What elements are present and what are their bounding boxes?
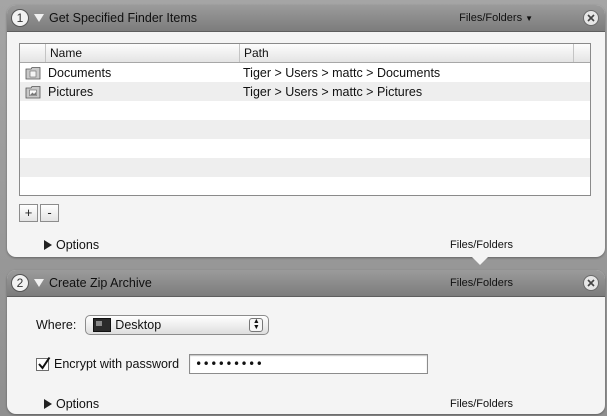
- output-type-label: Files/Folders: [459, 12, 523, 24]
- options-toggle[interactable]: Options: [56, 397, 99, 411]
- table-row[interactable]: Pictures Tiger > Users > mattc > Picture…: [20, 82, 590, 101]
- encrypt-row: Encrypt with password •••••••••: [36, 354, 429, 374]
- close-action-button[interactable]: [583, 10, 599, 26]
- row-path: Tiger > Users > mattc > Pictures: [243, 84, 423, 99]
- action-connector: [471, 256, 489, 265]
- options-toggle[interactable]: Options: [56, 238, 99, 252]
- desktop-icon: [93, 318, 112, 332]
- add-item-button[interactable]: +: [19, 204, 38, 222]
- add-remove-buttons: + -: [19, 204, 59, 222]
- icon-column-header: [20, 44, 46, 62]
- output-type-label: Files/Folders: [450, 398, 513, 410]
- popup-arrows-icon: ▲ ▼: [249, 318, 264, 332]
- where-value: Desktop: [115, 318, 162, 332]
- action-get-specified-finder-items: 1 Get Specified Finder Items Files/Folde…: [7, 5, 605, 265]
- workflow-area: 1 Get Specified Finder Items Files/Folde…: [0, 0, 607, 416]
- expand-triangle-icon[interactable]: [44, 240, 52, 250]
- column-header-name[interactable]: Name: [46, 44, 240, 62]
- action-create-zip-archive: 2 Create Zip Archive Files/Folders Where…: [7, 270, 605, 414]
- checkmark-icon: [38, 356, 51, 370]
- where-label: Where:: [36, 318, 77, 332]
- close-action-button[interactable]: [583, 275, 599, 291]
- row-name: Documents: [48, 65, 112, 80]
- documents-folder-icon: [25, 66, 41, 79]
- column-header-path[interactable]: Path: [240, 44, 574, 62]
- finder-items-table[interactable]: Name Path Documents Tiger > Users > matt…: [19, 43, 591, 196]
- empty-row: [20, 139, 590, 158]
- empty-row: [20, 177, 590, 196]
- collapse-triangle-icon[interactable]: [34, 14, 44, 22]
- column-header-end: [574, 44, 590, 62]
- table-row[interactable]: Documents Tiger > Users > mattc > Docume…: [20, 63, 590, 82]
- where-popup[interactable]: Desktop ▲ ▼: [85, 315, 270, 335]
- dropdown-arrow-icon: ▼: [525, 14, 533, 23]
- action-title: Get Specified Finder Items: [49, 11, 197, 25]
- action-title: Create Zip Archive: [49, 276, 152, 290]
- password-field[interactable]: •••••••••: [189, 354, 429, 374]
- row-name: Pictures: [48, 84, 94, 99]
- encrypt-label: Encrypt with password: [54, 357, 180, 371]
- empty-row: [20, 158, 590, 177]
- action-footer: Options Files/Folders: [7, 233, 605, 257]
- where-row: Where: Desktop ▲ ▼: [36, 315, 270, 335]
- action-titlebar[interactable]: 2 Create Zip Archive Files/Folders: [7, 270, 605, 297]
- table-header: Name Path: [20, 44, 590, 63]
- close-icon: [587, 279, 595, 287]
- encrypt-checkbox[interactable]: [36, 356, 51, 371]
- collapse-triangle-icon[interactable]: [34, 279, 44, 287]
- input-type-label: Files/Folders: [450, 277, 513, 289]
- expand-triangle-icon[interactable]: [44, 399, 52, 409]
- remove-item-button[interactable]: -: [40, 204, 59, 222]
- action-titlebar[interactable]: 1 Get Specified Finder Items Files/Folde…: [7, 5, 605, 32]
- close-icon: [587, 14, 595, 22]
- row-path: Tiger > Users > mattc > Documents: [243, 65, 441, 80]
- output-type-label: Files/Folders: [450, 239, 513, 251]
- empty-row: [20, 120, 590, 139]
- step-number: 1: [11, 9, 29, 27]
- output-type-menu[interactable]: Files/Folders ▼: [459, 12, 533, 24]
- pictures-folder-icon: [25, 85, 41, 98]
- empty-row: [20, 101, 590, 120]
- action-footer: Options Files/Folders: [7, 392, 605, 416]
- step-number: 2: [11, 274, 29, 292]
